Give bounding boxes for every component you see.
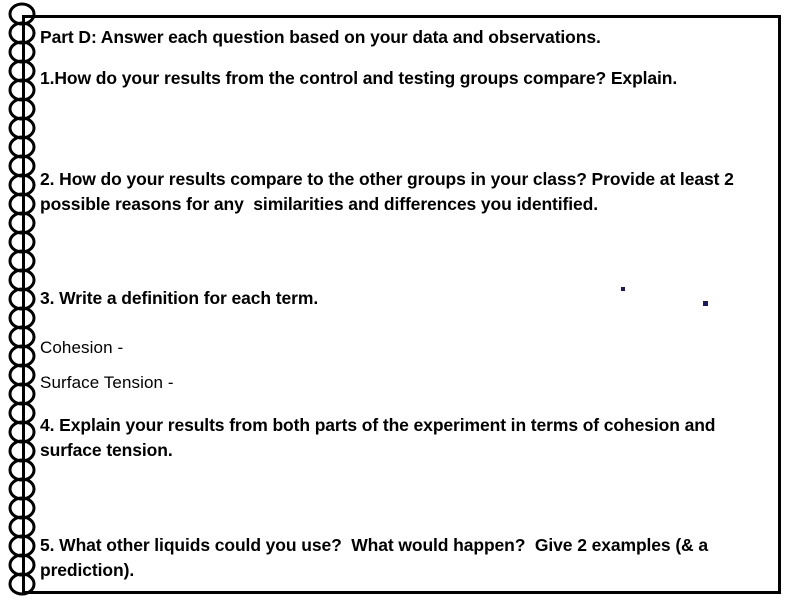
question-3: 3. Write a definition for each term. [40, 288, 319, 308]
question-2: 2. How do your results compare to the ot… [40, 169, 739, 214]
question-5: 5. What other liquids could you use? Wha… [40, 535, 713, 580]
spiral-binding-icon [8, 2, 36, 596]
stray-dot-1 [621, 287, 625, 291]
question-4: 4. Explain your results from both parts … [40, 415, 721, 460]
question-1: 1.How do your results from the control a… [40, 68, 678, 88]
worksheet-heading: Part D: Answer each question based on yo… [40, 27, 601, 47]
stray-dot-2 [703, 301, 708, 306]
worksheet-content: Part D: Answer each question based on yo… [40, 15, 770, 594]
term-surface-tension: Surface Tension - [40, 373, 174, 392]
worksheet-page: Part D: Answer each question based on yo… [0, 0, 792, 612]
term-cohesion: Cohesion - [40, 338, 124, 357]
